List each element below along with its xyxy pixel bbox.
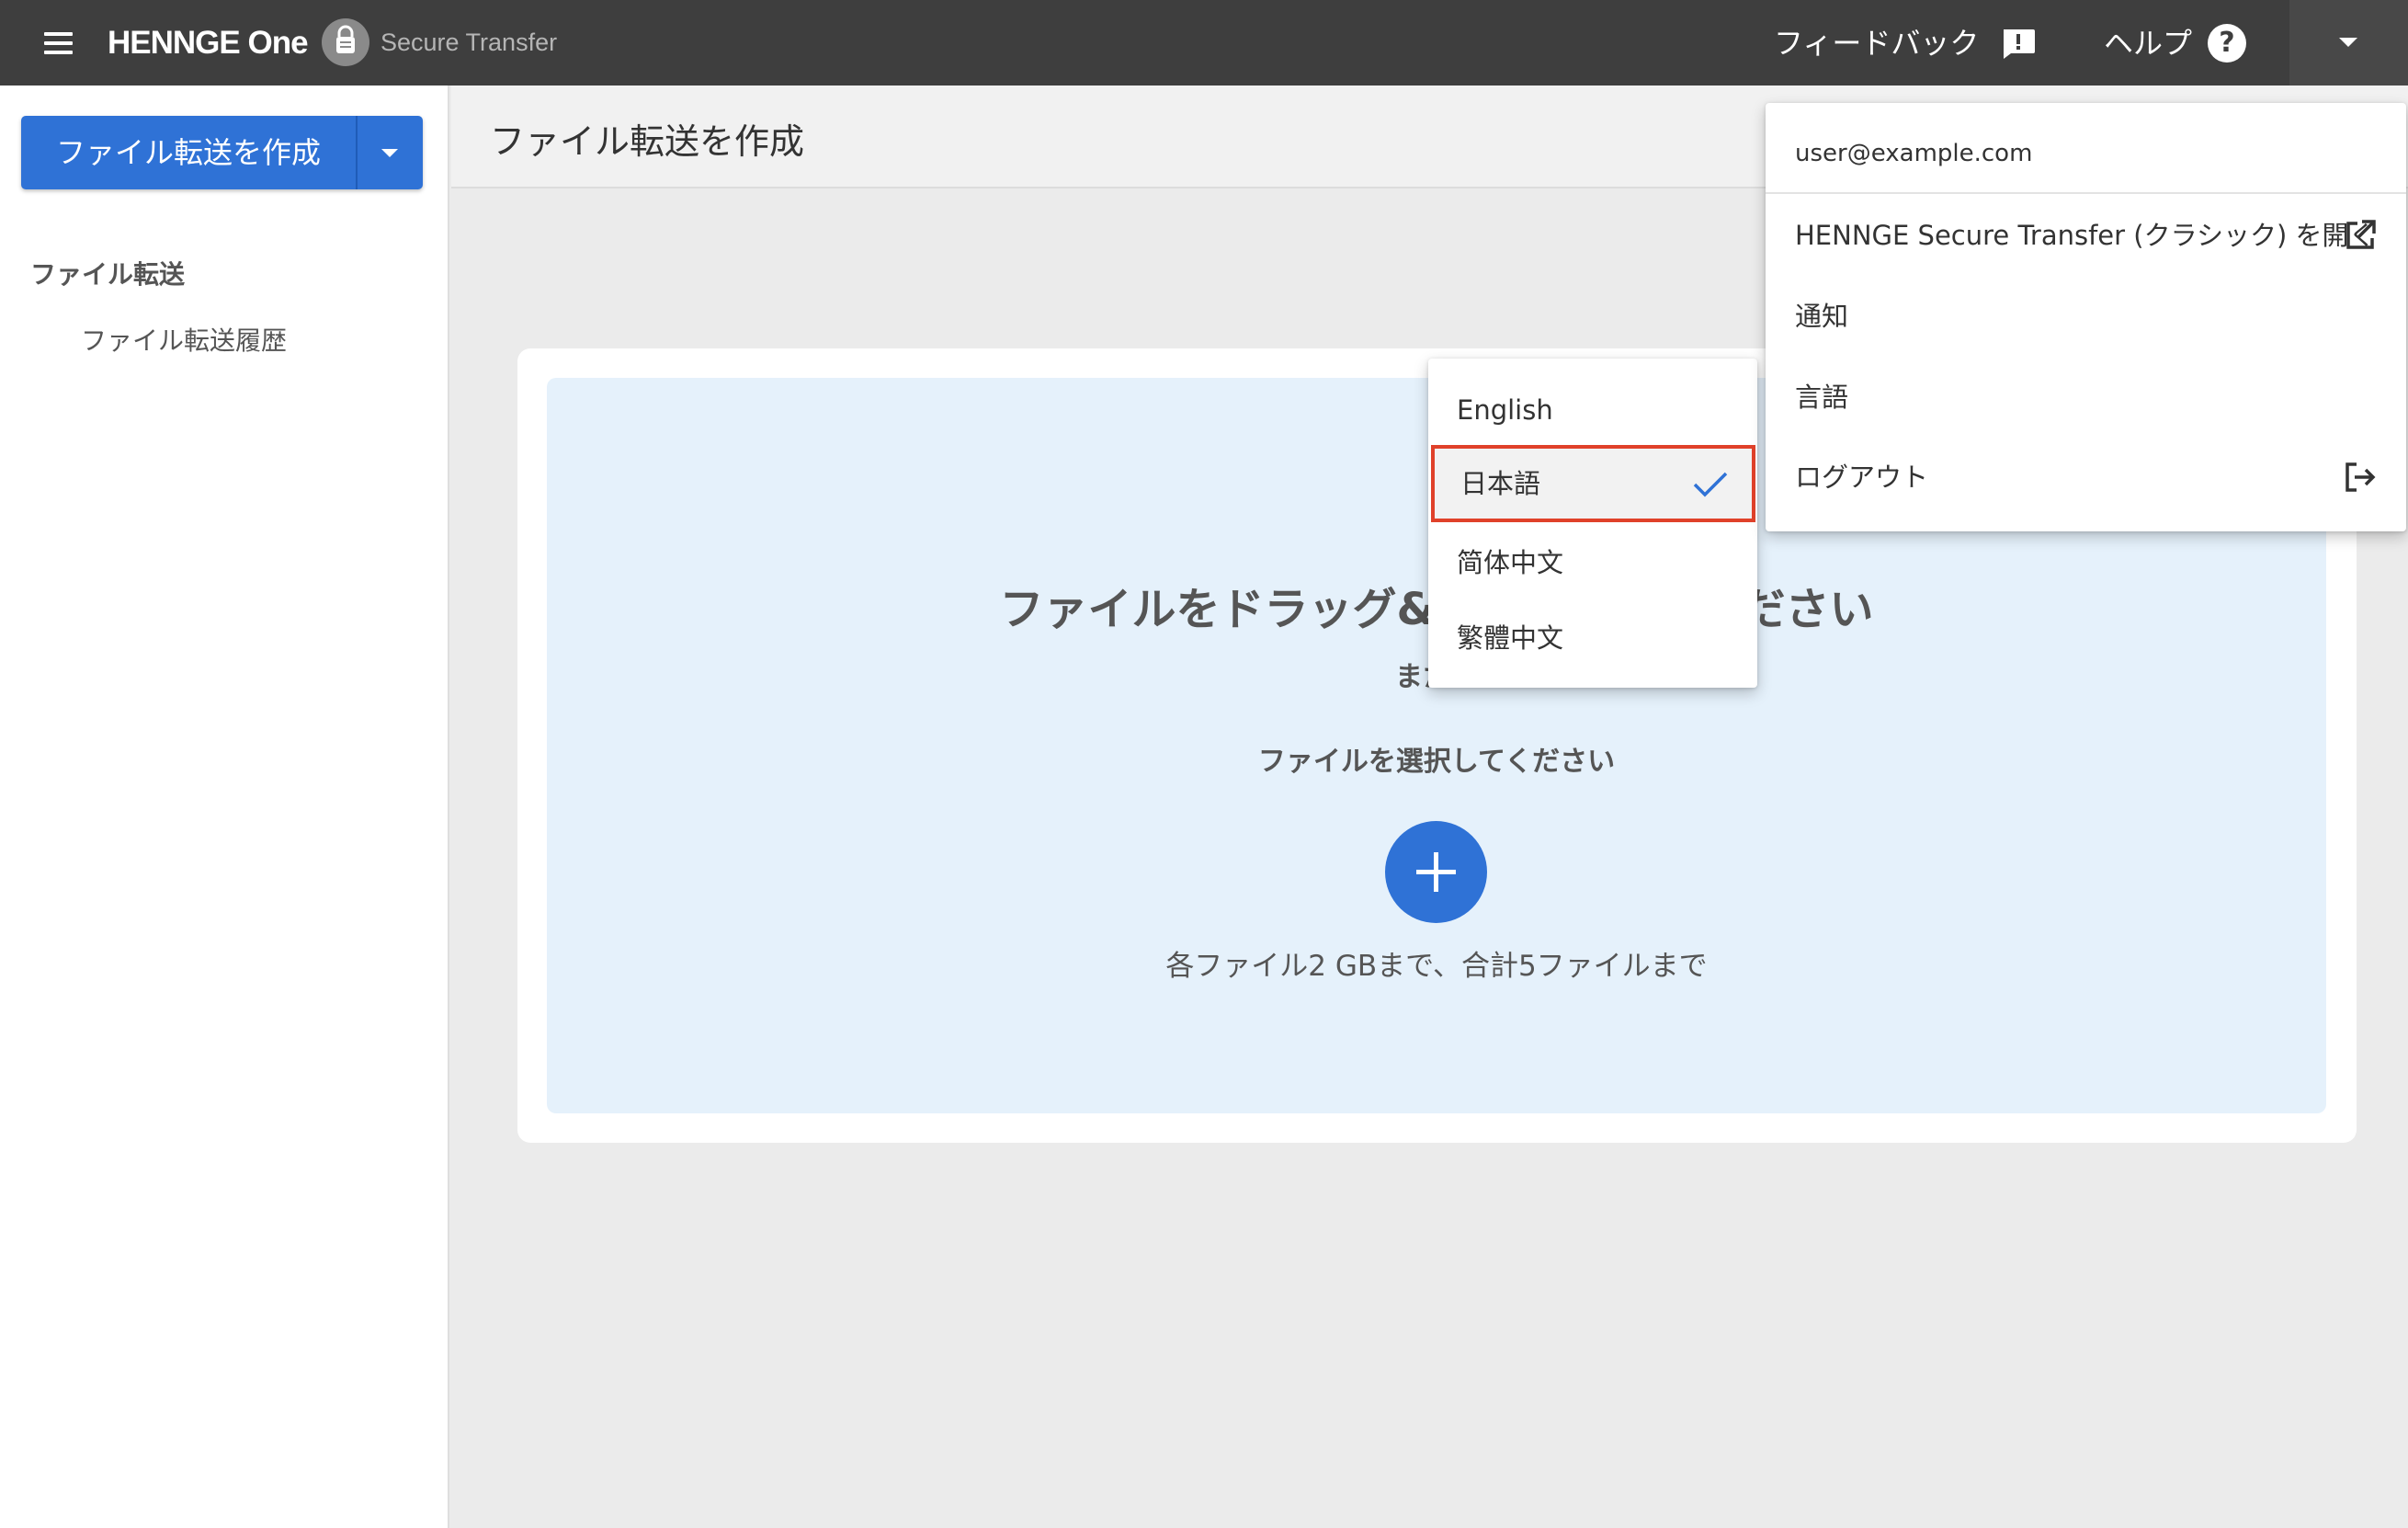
account-menu-toggle[interactable] — [2289, 0, 2408, 86]
brand-logo: HENNGE One — [108, 25, 309, 61]
product-name: Secure Transfer — [381, 29, 558, 56]
language-option-english[interactable]: English — [1428, 371, 1757, 449]
caret-down-icon — [381, 149, 398, 157]
feedback-icon[interactable] — [2001, 28, 2036, 59]
language-menu: English 日本語 简体中文 繁體中文 — [1428, 359, 1757, 688]
chevron-down-icon — [2339, 38, 2357, 47]
create-transfer-button[interactable]: ファイル転送を作成 — [21, 116, 356, 189]
language-item[interactable]: 言語 — [1795, 377, 1848, 417]
sidebar: ファイル転送を作成 ファイル転送 ファイル転送履歴 — [0, 86, 449, 1528]
create-transfer-split-button: ファイル転送を作成 — [21, 116, 423, 189]
logout-item[interactable]: ログアウト — [1795, 457, 1928, 497]
language-option-simplified-chinese[interactable]: 简体中文 — [1428, 524, 1757, 601]
secure-transfer-product-icon — [322, 18, 369, 66]
account-menu: user@example.com HENNGE Secure Transfer … — [1766, 103, 2406, 531]
help-link[interactable]: ヘルプ — [2104, 20, 2192, 66]
open-classic-link[interactable]: HENNGE Secure Transfer (クラシック) を開く — [1795, 215, 2376, 256]
notifications-item[interactable]: 通知 — [1795, 296, 1848, 336]
drop-zone-select-text: ファイルを選択してください — [1257, 746, 1616, 778]
sidebar-section-heading: ファイル転送 — [30, 259, 186, 290]
account-menu-divider — [1766, 192, 2406, 194]
page-title: ファイル転送を作成 — [490, 121, 805, 162]
language-option-traditional-chinese[interactable]: 繁體中文 — [1428, 599, 1757, 677]
account-email: user@example.com — [1795, 140, 2033, 167]
create-options-dropdown-button[interactable] — [358, 116, 423, 189]
help-icon[interactable]: ? — [2208, 24, 2246, 63]
checkmark-icon — [1693, 472, 1728, 497]
add-file-button[interactable] — [1385, 821, 1487, 923]
sidebar-item-transfer-history[interactable]: ファイル転送履歴 — [81, 321, 287, 358]
top-bar: HENNGE One Secure Transfer フィードバック ヘルプ ? — [0, 0, 2408, 86]
language-option-label: 日本語 — [1460, 468, 1541, 499]
logout-icon[interactable] — [2343, 460, 2378, 495]
external-link-icon[interactable] — [2343, 218, 2378, 253]
language-option-japanese[interactable]: 日本語 — [1431, 445, 1755, 522]
file-size-limit-text: 各ファイル2 GBまで、合計5ファイルまで — [1165, 950, 1708, 983]
feedback-link[interactable]: フィードバック — [1774, 20, 1979, 66]
hamburger-menu-icon[interactable] — [44, 30, 75, 56]
